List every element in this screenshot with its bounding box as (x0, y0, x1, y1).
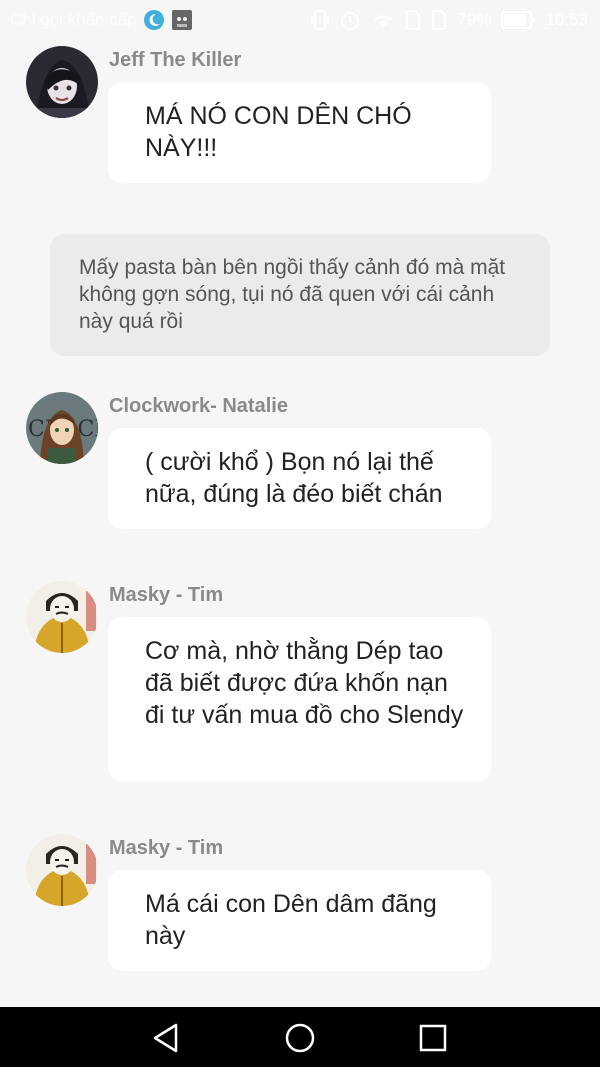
clock-time: 10:53 (545, 10, 588, 29)
home-icon[interactable] (282, 1020, 318, 1056)
masky-avatar-icon (26, 834, 98, 906)
masky-avatar-icon (26, 581, 98, 653)
vibrate-icon (311, 9, 330, 31)
clockwork-avatar-icon: CLOCKW (26, 392, 98, 464)
message-bubble[interactable]: ( cười khổ ) Bọn nó lại thế nữa, đúng là… (108, 428, 491, 529)
sender-name: Jeff The Killer (109, 49, 242, 71)
avatar-masky[interactable] (26, 581, 98, 653)
moon-icon (143, 9, 165, 31)
sender-name: Masky - Tim (109, 584, 224, 606)
status-bar: Chỉ gọi khẩn cấp 79% 10:53 (0, 0, 600, 40)
message-bubble[interactable]: Má cái con Dên dâm đãng này (108, 870, 491, 971)
cat-app-icon (171, 9, 193, 31)
carrier-text: Chỉ gọi khẩn cấp (10, 10, 137, 29)
sim-icon (405, 9, 421, 31)
avatar-masky[interactable] (26, 834, 98, 906)
wifi-icon (371, 10, 395, 30)
battery-percent: 79% (457, 10, 492, 29)
avatar-clockwork[interactable]: CLOCKW (26, 392, 98, 464)
message-bubble[interactable]: MÁ NÓ CON DÊN CHÓ NÀY!!! (108, 82, 491, 183)
recents-icon[interactable] (415, 1020, 451, 1056)
battery-icon (501, 11, 536, 29)
message-bubble[interactable]: Cơ mà, nhờ thằng Dép tao đã biết được đứ… (108, 617, 491, 782)
sender-name: Clockwork- Natalie (109, 395, 288, 417)
narration-box: Mấy pasta bàn bên ngồi thấy cảnh đó mà m… (50, 234, 550, 356)
back-icon[interactable] (149, 1020, 185, 1056)
chat-screen: Chỉ gọi khẩn cấp 79% 10:53 Jeff The Kill… (0, 0, 600, 1067)
avatar-jeff[interactable] (26, 46, 98, 118)
navigation-bar (0, 1007, 600, 1067)
sender-name: Masky - Tim (109, 837, 224, 859)
sim-icon (431, 9, 447, 31)
alarm-icon (339, 9, 361, 31)
dark-hair-avatar-icon (26, 46, 98, 118)
